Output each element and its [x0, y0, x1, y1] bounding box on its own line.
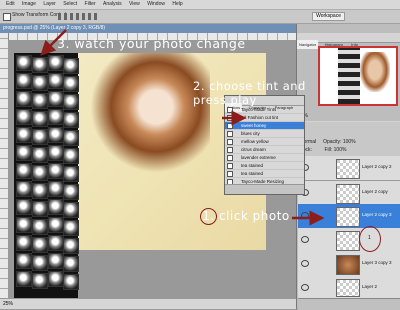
step-1-number: 1. [200, 208, 217, 225]
annotation-step-3: 3. watch your photo change [57, 36, 246, 51]
annotation-step-2: 2. choose tint and press play [193, 79, 306, 107]
step-1-text: click photo [219, 209, 290, 223]
annotation-step-1: 1. click photo [200, 208, 290, 225]
